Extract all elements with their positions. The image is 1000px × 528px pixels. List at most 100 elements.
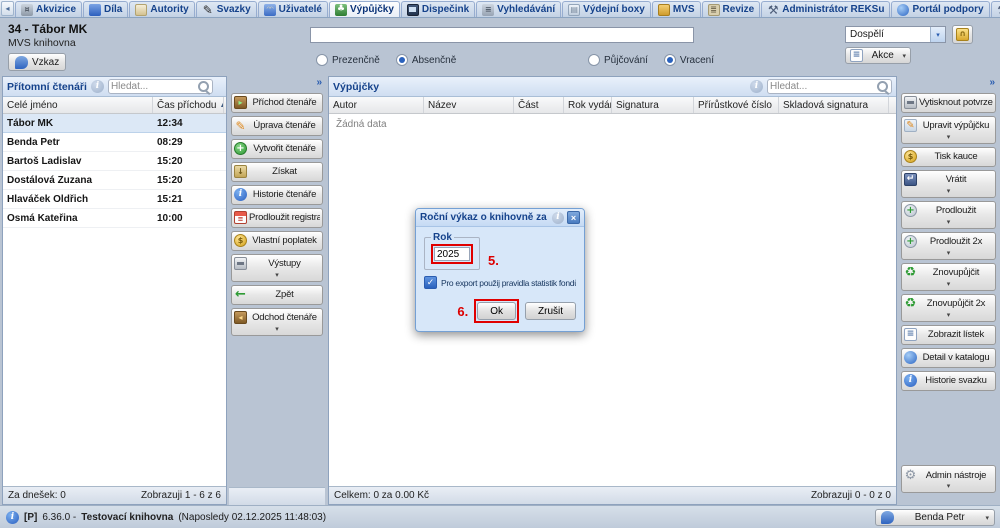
readers-search-input[interactable] <box>111 81 195 92</box>
checkbox-checked-icon[interactable] <box>424 276 437 289</box>
loan-action-button[interactable]: Prodloužit 2x ▾ <box>901 232 996 260</box>
tab[interactable]: Výpůjčky <box>329 1 400 17</box>
message-button[interactable]: Vzkaz <box>8 53 66 71</box>
ok-button[interactable]: Ok <box>477 302 516 320</box>
loan-action-button[interactable]: Historie svazku <box>901 371 996 391</box>
loans-search-input[interactable] <box>770 81 874 92</box>
close-icon[interactable]: × <box>567 211 580 224</box>
loan-action-button[interactable]: Znovupůjčit 2x ▾ <box>901 294 996 322</box>
column-header[interactable]: Název <box>424 97 514 113</box>
collapse-panel-icon[interactable]: » <box>989 77 995 90</box>
dropdown-arrow-icon[interactable]: ▾ <box>904 219 993 227</box>
loan-action-button[interactable]: Prodloužit ▾ <box>901 201 996 229</box>
column-header[interactable]: Celé jméno <box>3 97 153 113</box>
column-header[interactable]: Skladová signatura <box>779 97 889 113</box>
dropdown-arrow-icon[interactable]: ▾ <box>904 134 993 142</box>
tab-icon <box>21 4 33 16</box>
actions-button-label: Akce <box>867 50 898 61</box>
tab[interactable]: Svazky <box>196 1 257 17</box>
column-header[interactable]: Čas příchodu ▲ <box>153 97 224 113</box>
search-icon[interactable] <box>876 80 889 93</box>
reader-row[interactable]: Bartoš Ladislav 15:20 <box>3 152 226 171</box>
tab[interactable]: Uživatelé <box>258 1 328 17</box>
reader-action-button[interactable]: Historie čtenáře <box>231 185 323 205</box>
radio-option[interactable]: Prezenčně <box>316 54 380 66</box>
tab[interactable]: MVS <box>652 1 701 17</box>
dropdown-arrow-icon[interactable]: ▾ <box>234 326 320 334</box>
loan-action-button[interactable]: Vrátit ▾ <box>901 170 996 198</box>
tab[interactable]: Autority <box>129 1 194 17</box>
tab[interactable]: Nastavení <box>991 1 1000 17</box>
info-icon[interactable] <box>91 80 104 93</box>
dropdown-arrow-icon[interactable]: ▾ <box>904 250 993 258</box>
tab[interactable]: Revize <box>702 1 761 17</box>
dropdown-arrow-icon[interactable]: ▾ <box>904 281 993 289</box>
collapse-panel-icon[interactable]: » <box>316 77 322 90</box>
actions-button[interactable]: Akce ▾ <box>845 47 911 64</box>
reader-action-button[interactable]: Vlastní poplatek <box>231 231 323 251</box>
loans-empty-text: Žádná data <box>329 114 896 135</box>
tab[interactable]: Portál podpory <box>891 1 989 17</box>
tab[interactable]: Administrátor REKSu <box>761 1 890 17</box>
reader-row[interactable]: Osmá Kateřina 10:00 <box>3 209 226 228</box>
column-header[interactable]: Rok vydání <box>564 97 612 113</box>
loan-action-button[interactable]: Vytisknout potvrzení <box>901 93 996 113</box>
reader-action-button[interactable]: Výstupy ▾ <box>231 254 323 282</box>
dropdown-arrow-icon[interactable]: ▾ <box>904 188 993 196</box>
action-label: Zobrazit lístek <box>919 329 993 340</box>
barcode-input[interactable] <box>310 27 694 43</box>
admin-tools-button[interactable]: Admin nástroje ▾ <box>901 465 996 493</box>
tab[interactable]: Akvizice <box>15 1 82 17</box>
tab[interactable]: Díla <box>83 1 128 17</box>
cancel-button[interactable]: Zrušit <box>525 302 576 320</box>
column-header[interactable]: Autor <box>329 97 424 113</box>
loan-action-button[interactable]: Znovupůjčit ▾ <box>901 263 996 291</box>
dropdown-arrow-icon[interactable]: ▾ <box>234 272 320 280</box>
tab[interactable]: Dispečink <box>401 1 475 17</box>
radio-option[interactable]: Vracení <box>664 54 714 66</box>
chevron-down-icon[interactable]: ▾ <box>930 27 945 42</box>
dropdown-arrow-icon[interactable]: ▾ <box>904 312 993 320</box>
tab-icon <box>135 4 147 16</box>
dialog-titlebar[interactable]: Roční výkaz o knihovně za rok × <box>416 209 584 227</box>
reader-row[interactable]: Dostálová Zuzana 15:20 <box>3 171 226 190</box>
reader-action-button[interactable]: Odchod čtenáře ▾ <box>231 308 323 336</box>
current-user-button[interactable]: Benda Petr ▾ <box>875 509 995 526</box>
column-header[interactable]: Část <box>514 97 564 113</box>
info-icon[interactable] <box>6 511 19 524</box>
reader-action-button[interactable]: Zpět <box>231 285 323 305</box>
year-input[interactable] <box>434 247 470 261</box>
info-icon[interactable] <box>552 212 564 224</box>
reader-row[interactable]: Tábor MK 12:34 <box>3 114 226 133</box>
reader-row[interactable]: Hlaváček Oldřich 15:21 <box>3 190 226 209</box>
tab-label: Revize <box>723 4 755 15</box>
tab[interactable]: Výdejní boxy <box>562 1 651 17</box>
column-header[interactable]: Signatura <box>612 97 694 113</box>
loan-action-main: Prodloužit 2x <box>904 234 993 250</box>
reader-action-button[interactable]: Úprava čtenáře <box>231 116 323 136</box>
loan-action-button[interactable]: Zobrazit lístek <box>901 325 996 345</box>
reader-action-button[interactable]: Prodloužit registraci <box>231 208 323 228</box>
reader-category-select[interactable]: Dospělí ▾ <box>845 26 946 43</box>
lock-button[interactable] <box>952 25 973 44</box>
reader-action-button[interactable]: Získat <box>231 162 323 182</box>
loan-action-button[interactable]: Tisk kauce <box>901 147 996 167</box>
annotation-step-6: 6. <box>457 304 468 319</box>
radio-option[interactable]: Absenčně <box>396 54 456 66</box>
radio-option[interactable]: Půjčování <box>588 54 648 66</box>
reader-action-button[interactable]: Příchod čtenáře <box>231 93 323 113</box>
loan-action-button[interactable]: Detail v katalogu <box>901 348 996 368</box>
tab-label: Výdejní boxy <box>583 4 645 15</box>
reader-row[interactable]: Benda Petr 08:29 <box>3 133 226 152</box>
info-icon[interactable] <box>750 80 763 93</box>
action-icon <box>904 235 917 248</box>
tab[interactable]: Vyhledávání <box>476 1 561 17</box>
loan-action-button[interactable]: Upravit výpůjčku ▾ <box>901 116 996 144</box>
reader-action-button[interactable]: Vytvořit čtenáře <box>231 139 323 159</box>
column-header[interactable]: Přírůstkové číslo <box>694 97 779 113</box>
action-icon <box>904 351 917 364</box>
search-icon[interactable] <box>197 80 210 93</box>
action-icon <box>234 257 247 270</box>
dropdown-arrow-icon[interactable]: ▾ <box>904 483 993 491</box>
tab-scroll-left-icon[interactable]: ◂ <box>1 1 14 16</box>
